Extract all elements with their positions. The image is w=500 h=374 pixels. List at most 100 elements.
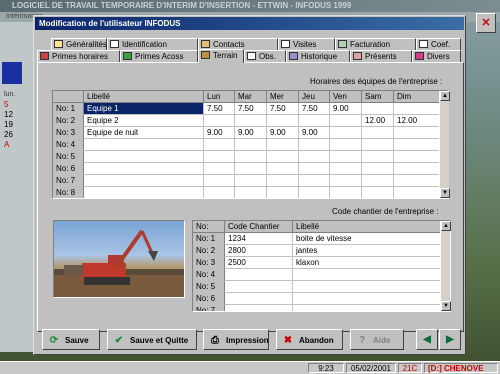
table-cell[interactable] [84,151,204,163]
table-cell[interactable] [235,175,267,187]
table-cell[interactable]: jantes [293,245,442,257]
table-cell[interactable] [362,187,394,198]
table-cell[interactable] [330,175,362,187]
tab-primes-horaires[interactable]: Primes horaires [37,50,120,62]
table-cell[interactable]: 9.00 [267,127,299,139]
tab-obs[interactable]: Obs. [244,50,286,62]
table-row[interactable]: No: 2 2800 jantes [193,245,442,257]
table-cell[interactable] [362,151,394,163]
table-row[interactable]: No: 1 Equipe 1 7.50 7.50 7.50 7.50 9.00 [53,103,440,115]
table-row[interactable]: No: 7 [193,305,442,311]
table-cell[interactable] [267,187,299,198]
table-cell[interactable] [299,115,330,127]
tab-divers[interactable]: Divers [412,50,461,62]
table-cell[interactable] [267,163,299,175]
table-cell[interactable] [225,305,293,311]
table-cell[interactable]: 12.00 [362,115,394,127]
table-cell[interactable] [235,115,267,127]
table-cell[interactable] [330,139,362,151]
tab-terrain[interactable]: Terrain [198,49,244,63]
save-button[interactable]: ⟳ Sauve [42,329,100,350]
tab-facturation[interactable]: Facturation [335,38,416,50]
table-cell[interactable] [394,139,440,151]
table-row[interactable]: No: 1 1234 boite de vitesse [193,233,442,245]
table-cell[interactable] [267,139,299,151]
table-cell[interactable] [394,175,440,187]
table-row[interactable]: No: 3 Equipe de nuit 9.00 9.00 9.00 9.00 [53,127,440,139]
table-cell[interactable] [330,187,362,198]
table-cell[interactable] [394,127,440,139]
table-cell[interactable] [362,139,394,151]
table-row[interactable]: No: 6 [53,163,440,175]
table-row[interactable]: No: 5 [53,151,440,163]
table-cell[interactable] [235,151,267,163]
calendar-day[interactable]: 5 [4,100,32,110]
calendar-day[interactable]: 19 [4,120,32,130]
table-cell[interactable] [293,305,442,311]
tab-historique[interactable]: Historique [286,50,350,62]
tab-visites[interactable]: Visites [278,38,335,50]
background-toolbar-icon[interactable] [2,62,22,84]
table-cell[interactable] [267,175,299,187]
table-cell[interactable]: 7.50 [235,103,267,115]
table-cell[interactable] [299,163,330,175]
table-cell[interactable] [330,127,362,139]
table-cell[interactable]: 2500 [225,257,293,269]
table-cell[interactable]: boite de vitesse [293,233,442,245]
tab-primes-acoss[interactable]: Primes Acoss [120,50,198,62]
calendar-day[interactable]: 26 [4,130,32,140]
table-cell[interactable] [84,163,204,175]
table-cell[interactable] [267,115,299,127]
table-row[interactable]: No: 8 [53,187,440,198]
column-header[interactable]: Code Chantier [225,221,293,233]
table-cell[interactable] [204,187,235,198]
tab-generalites[interactable]: Généralités [51,38,107,50]
table-cell[interactable] [204,139,235,151]
table-cell[interactable] [225,281,293,293]
column-header[interactable]: Libellé [293,221,442,233]
table-cell[interactable] [204,115,235,127]
table-cell[interactable]: 2800 [225,245,293,257]
table-row[interactable]: No: 7 [53,175,440,187]
column-header[interactable]: Sam [362,91,394,103]
table-cell[interactable] [204,163,235,175]
next-arrow-icon[interactable]: ▶ [439,329,461,350]
table-row[interactable]: No: 5 [193,281,442,293]
table-cell[interactable]: klaxon [293,257,442,269]
table-cell[interactable]: 9.00 [330,103,362,115]
scroll-down-icon[interactable]: ▼ [440,188,450,198]
abandon-button[interactable]: ✖ Abandon [276,329,343,350]
column-header[interactable]: Jeu [299,91,330,103]
table-cell[interactable]: Equipe 1 [84,103,204,115]
table-cell[interactable] [235,187,267,198]
table-cell[interactable] [84,175,204,187]
table-cell[interactable] [293,281,442,293]
print-button[interactable]: ⎙ Impression [203,329,269,350]
table-row[interactable]: No: 2 Equipe 2 12.00 12.00 [53,115,440,127]
table-cell[interactable]: 7.50 [204,103,235,115]
table-cell[interactable] [299,175,330,187]
table-cell[interactable] [84,139,204,151]
table-cell[interactable]: 9.00 [299,127,330,139]
table-cell[interactable]: 9.00 [235,127,267,139]
table-cell[interactable] [394,163,440,175]
calendar-day[interactable]: 12 [4,110,32,120]
tab-coef[interactable]: Coef. [416,38,461,50]
table-cell[interactable] [235,139,267,151]
sites-scrollbar[interactable]: ▲ ▼ [440,221,451,311]
table-cell[interactable]: Equipe de nuit [84,127,204,139]
table-row[interactable]: No: 3 2500 klaxon [193,257,442,269]
table-cell[interactable] [225,269,293,281]
table-cell[interactable] [299,187,330,198]
table-cell[interactable] [362,175,394,187]
table-cell[interactable] [362,103,394,115]
table-cell[interactable] [293,293,442,305]
help-button[interactable]: ? Aide [350,329,404,350]
column-header[interactable]: Ven [330,91,362,103]
column-header[interactable]: Dim [394,91,440,103]
table-cell[interactable]: 9.00 [204,127,235,139]
table-cell[interactable] [204,151,235,163]
column-header[interactable]: Lun [204,91,235,103]
save-and-quit-button[interactable]: ✔ Sauve et Quitte [107,329,197,350]
column-header[interactable]: Libellé [84,91,204,103]
